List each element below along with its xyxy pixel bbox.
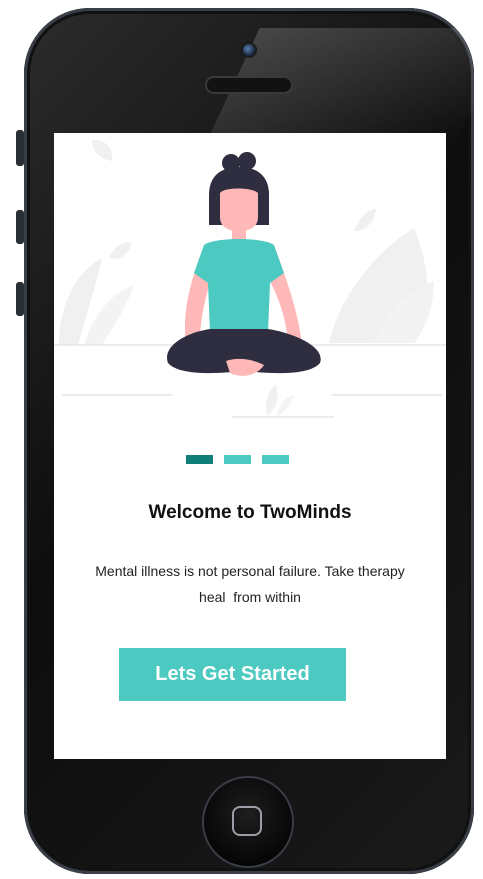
phone-volume-up-button [16, 210, 24, 244]
page-dot-2[interactable] [224, 455, 251, 464]
page-dot-1[interactable] [186, 455, 213, 464]
welcome-subtitle: Mental illness is not personal failure. … [54, 558, 446, 610]
face [220, 188, 258, 231]
meditating-person-icon [54, 139, 446, 418]
phone-volume-down-button [16, 282, 24, 316]
phone-mute-switch [16, 130, 24, 166]
welcome-title: Welcome to TwoMinds [148, 502, 352, 523]
app-screen: Welcome to TwoMinds Mental illness is no… [54, 133, 446, 759]
welcome-subtitle-line-1: Mental illness is not personal failure. … [95, 563, 405, 579]
home-button[interactable] [204, 778, 292, 866]
earpiece-speaker-icon [207, 78, 291, 92]
leaf-left-small [109, 242, 132, 259]
page-dot-3[interactable] [262, 455, 289, 464]
front-camera-icon [243, 44, 255, 56]
page-indicator [186, 455, 290, 465]
plant-center-small [266, 385, 278, 416]
home-button-icon [232, 806, 262, 836]
mockup-stage: Welcome to TwoMinds Mental illness is no… [0, 0, 483, 879]
leaf-top-left [92, 139, 113, 161]
welcome-subtitle-line-2: heal from within [199, 589, 301, 605]
lets-get-started-button[interactable]: Lets Get Started [119, 648, 346, 701]
leaf-top-right [354, 209, 376, 231]
plant-center-small-2 [276, 395, 294, 416]
